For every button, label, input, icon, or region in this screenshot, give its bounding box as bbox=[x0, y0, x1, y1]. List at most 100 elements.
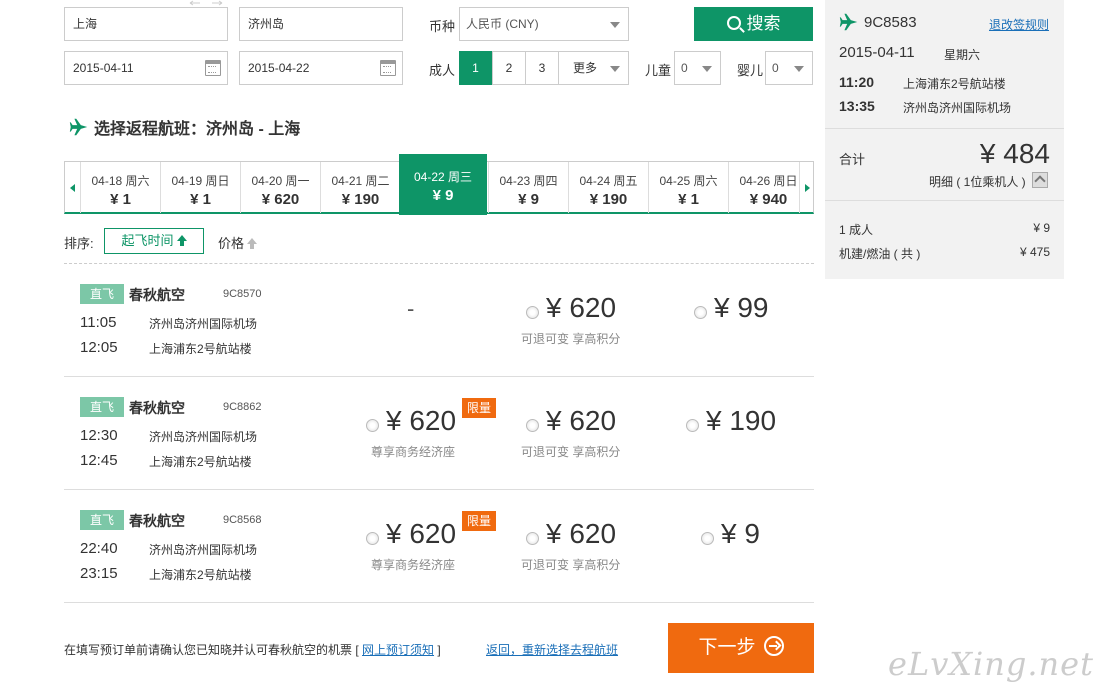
sort-label: 排序: bbox=[64, 236, 94, 251]
adult-option-more[interactable]: 更多 bbox=[558, 51, 629, 85]
child-label: 儿童 bbox=[645, 63, 672, 78]
depart-date-input[interactable]: 2015-04-11 bbox=[64, 51, 228, 85]
date-option-price: ¥ 1 bbox=[678, 191, 699, 208]
to-city-input[interactable]: 济州岛 bbox=[239, 7, 403, 41]
fare-radio[interactable] bbox=[366, 532, 379, 545]
fare-note: 可退可变 享高积分 bbox=[521, 332, 621, 346]
date-option-date: 04-25 周六 bbox=[659, 174, 718, 188]
fare-radio[interactable] bbox=[686, 419, 699, 432]
fare-radio[interactable] bbox=[526, 532, 539, 545]
adult-option-3[interactable]: 3 bbox=[525, 51, 559, 85]
flight-number: 9C8570 bbox=[223, 288, 262, 300]
fare-radio[interactable] bbox=[694, 306, 707, 319]
fare-radio[interactable] bbox=[526, 306, 539, 319]
summary-arrival-time: 13:35 bbox=[839, 98, 875, 114]
arrival-time: 12:05 bbox=[80, 339, 118, 356]
direct-badge: 直飞 bbox=[80, 397, 124, 417]
date-option[interactable]: 04-26 周日 ¥ 940 bbox=[728, 162, 808, 213]
chevron-right-icon bbox=[805, 184, 810, 192]
search-icon bbox=[726, 16, 741, 30]
currency-select[interactable]: 人民币 (CNY) bbox=[459, 7, 629, 41]
flight-row: 直飞 春秋航空 9C8570 11:05 济州岛济州国际机场 12:05 上海浦… bbox=[64, 264, 814, 376]
date-option[interactable]: 04-18 周六 ¥ 1 bbox=[80, 162, 160, 213]
summary-departure-airport: 上海浦东2号航站楼 bbox=[903, 77, 1006, 91]
total-price: ¥ 484 bbox=[979, 138, 1050, 169]
fare-radio[interactable] bbox=[366, 419, 379, 432]
chevron-down-icon bbox=[702, 66, 712, 72]
departure-airport: 济州岛济州国际机场 bbox=[149, 430, 258, 444]
from-city-input[interactable]: 上海 bbox=[64, 7, 228, 41]
depart-date-value: 2015-04-11 bbox=[73, 61, 134, 75]
date-option[interactable]: 04-22 周三 ¥ 9 bbox=[399, 154, 487, 215]
direct-badge: 直飞 bbox=[80, 284, 124, 304]
airline-name: 春秋航空 bbox=[129, 513, 185, 529]
price-row-value: ¥ 9 bbox=[1033, 221, 1050, 235]
fare-price: ¥ 620 bbox=[546, 405, 617, 436]
date-prev-button[interactable] bbox=[65, 162, 80, 213]
fare-note: 可退可变 享高积分 bbox=[521, 445, 621, 459]
change-refund-rules-link[interactable]: 退改签规则 bbox=[989, 16, 1049, 33]
chevron-down-icon bbox=[610, 66, 620, 72]
sort-by-time-button[interactable]: 起飞时间 bbox=[104, 228, 204, 254]
collapse-detail-icon[interactable] bbox=[1032, 172, 1048, 188]
date-next-button[interactable] bbox=[799, 162, 814, 213]
price-row-label: 机建/燃油 ( 共 ) bbox=[839, 247, 921, 261]
plane-icon bbox=[69, 118, 88, 136]
flight-row: 直飞 春秋航空 9C8862 12:30 济州岛济州国际机场 12:45 上海浦… bbox=[64, 377, 814, 489]
date-option-date: 04-22 周三 bbox=[413, 170, 473, 184]
date-option-price: ¥ 1 bbox=[190, 191, 211, 208]
arrival-airport: 上海浦东2号航站楼 bbox=[149, 342, 252, 356]
infant-label: 婴儿 bbox=[737, 63, 764, 78]
arrival-airport: 上海浦东2号航站楼 bbox=[149, 568, 252, 582]
price-row-value: ¥ 475 bbox=[1019, 245, 1050, 259]
arrival-time: 23:15 bbox=[80, 565, 118, 582]
fare-radio[interactable] bbox=[526, 419, 539, 432]
date-option[interactable]: 04-24 周五 ¥ 190 bbox=[568, 162, 648, 213]
departure-airport: 济州岛济州国际机场 bbox=[149, 543, 258, 557]
fare-note: 可退可变 享高积分 bbox=[521, 558, 621, 572]
date-option-price: ¥ 1 bbox=[110, 191, 131, 208]
sort-by-price-button[interactable]: 价格 bbox=[218, 233, 258, 252]
search-button[interactable]: 搜索 bbox=[694, 7, 813, 41]
flight-row: 直飞 春秋航空 9C8568 22:40 济州岛济州国际机场 23:15 上海浦… bbox=[64, 490, 814, 602]
return-date-input[interactable]: 2015-04-22 bbox=[239, 51, 403, 85]
booking-terms-link[interactable]: 网上预订须知 bbox=[362, 643, 434, 657]
adult-option-1[interactable]: 1 bbox=[459, 51, 492, 85]
limited-badge: 限量 bbox=[462, 511, 496, 531]
next-step-button[interactable]: 下一步 bbox=[668, 623, 814, 673]
infant-value: 0 bbox=[772, 61, 779, 75]
fare-radio[interactable] bbox=[701, 532, 714, 545]
adult-more-label: 更多 bbox=[573, 61, 598, 75]
fare-price: ¥ 9 bbox=[721, 518, 760, 549]
summary-departure-time: 11:20 bbox=[839, 74, 875, 90]
airline-name: 春秋航空 bbox=[129, 400, 185, 416]
reselect-outbound-link[interactable]: 返回，重新选择去程航班 bbox=[486, 641, 618, 658]
calendar-icon[interactable] bbox=[380, 60, 396, 76]
to-city-value: 济州岛 bbox=[248, 17, 285, 31]
chevron-left-icon bbox=[70, 184, 75, 192]
plane-icon bbox=[839, 13, 858, 31]
search-button-label: 搜索 bbox=[746, 14, 781, 33]
date-option[interactable]: 04-23 周四 ¥ 9 bbox=[488, 162, 568, 213]
child-value: 0 bbox=[681, 61, 688, 75]
booking-summary-panel: 9C8583 退改签规则 2015-04-11 星期六 11:20 上海浦东2号… bbox=[825, 0, 1064, 279]
arrival-time: 12:45 bbox=[80, 452, 118, 469]
departure-time: 12:30 bbox=[80, 427, 118, 444]
date-option[interactable]: 04-21 周二 ¥ 190 bbox=[320, 162, 400, 213]
date-option-price: ¥ 9 bbox=[518, 191, 539, 208]
swap-arrows-icon[interactable] bbox=[186, 0, 226, 6]
adult-option-2[interactable]: 2 bbox=[492, 51, 526, 85]
calendar-icon[interactable] bbox=[205, 60, 221, 76]
fare-note: 尊享商务经济座 bbox=[371, 445, 456, 459]
child-select[interactable]: 0 bbox=[674, 51, 721, 85]
infant-select[interactable]: 0 bbox=[765, 51, 813, 85]
fare-price: ¥ 190 bbox=[706, 405, 777, 436]
booking-notice-end: ] bbox=[434, 643, 441, 657]
date-option-date: 04-20 周一 bbox=[251, 174, 310, 188]
departure-time: 11:05 bbox=[80, 314, 117, 331]
date-option[interactable]: 04-25 周六 ¥ 1 bbox=[648, 162, 728, 213]
date-option-price: ¥ 190 bbox=[341, 191, 380, 208]
arrival-airport: 上海浦东2号航站楼 bbox=[149, 455, 252, 469]
date-option[interactable]: 04-19 周日 ¥ 1 bbox=[160, 162, 240, 213]
date-option[interactable]: 04-20 周一 ¥ 620 bbox=[240, 162, 320, 213]
